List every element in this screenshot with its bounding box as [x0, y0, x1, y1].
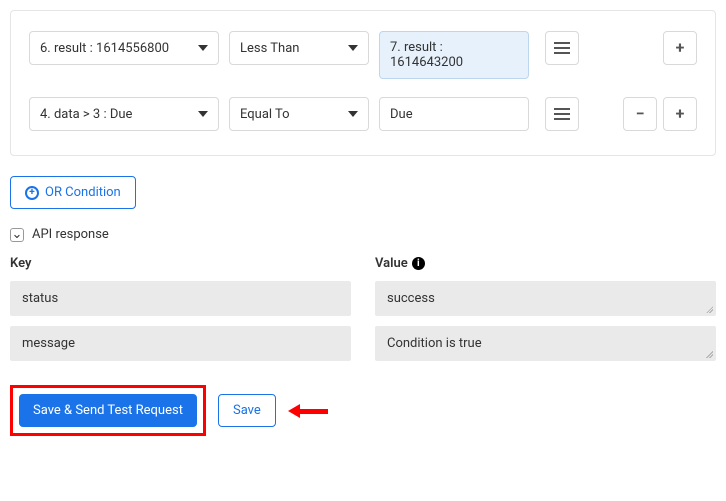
lhs-select[interactable]: 4. data > 3 : Due: [29, 97, 219, 131]
operator-value: Equal To: [240, 107, 290, 122]
chevron-down-icon: [348, 45, 358, 51]
api-response-section: ⌄ API response Key status message Value …: [10, 227, 716, 371]
remove-condition-button[interactable]: −: [623, 97, 657, 131]
conditions-card: 6. result : 1614556800 Less Than 7. resu…: [10, 10, 716, 156]
value-column-label: Value i: [375, 256, 716, 271]
lhs-select[interactable]: 6. result : 1614556800: [29, 31, 219, 65]
key-column-label: Key: [10, 256, 351, 271]
api-response-header: ⌄ API response: [10, 227, 716, 242]
key-value-columns: Key status message Value i success Condi…: [10, 256, 716, 371]
minus-icon: −: [636, 106, 645, 122]
collapse-toggle[interactable]: ⌄: [10, 228, 24, 242]
reorder-handle[interactable]: [545, 97, 579, 131]
highlight-box: Save & Send Test Request: [10, 385, 206, 436]
or-condition-label: OR Condition: [45, 185, 121, 200]
save-send-test-button[interactable]: Save & Send Test Request: [19, 394, 197, 427]
row-actions: +: [663, 31, 697, 65]
key-field[interactable]: message: [10, 326, 351, 361]
operator-select[interactable]: Less Than: [229, 31, 369, 65]
plus-icon: +: [676, 40, 685, 56]
arrow-left-icon: [288, 404, 328, 418]
rhs-token[interactable]: 7. result : 1614643200: [379, 31, 529, 79]
operator-value: Less Than: [240, 41, 299, 56]
add-condition-button[interactable]: +: [663, 97, 697, 131]
row-actions: − +: [623, 97, 697, 131]
plus-icon: +: [676, 106, 685, 122]
key-column: Key status message: [10, 256, 351, 371]
reorder-handle[interactable]: [545, 31, 579, 65]
condition-row: 6. result : 1614556800 Less Than 7. resu…: [29, 31, 697, 79]
info-icon[interactable]: i: [412, 257, 425, 270]
or-condition-button[interactable]: + OR Condition: [10, 176, 136, 209]
condition-row: 4. data > 3 : Due Equal To Due − +: [29, 97, 697, 131]
footer-actions: Save & Send Test Request Save: [10, 385, 716, 436]
value-column: Value i success Condition is true: [375, 256, 716, 371]
value-field[interactable]: success: [375, 281, 716, 316]
chevron-down-icon: [348, 111, 358, 117]
api-response-label: API response: [32, 227, 109, 242]
operator-select[interactable]: Equal To: [229, 97, 369, 131]
plus-circle-icon: +: [25, 186, 39, 200]
hamburger-icon: [554, 108, 570, 120]
add-condition-button[interactable]: +: [663, 31, 697, 65]
hamburger-icon: [554, 42, 570, 54]
value-field[interactable]: Condition is true: [375, 326, 716, 361]
rhs-input[interactable]: Due: [379, 97, 529, 131]
rhs-value: Due: [390, 107, 413, 122]
lhs-value: 4. data > 3 : Due: [40, 107, 132, 122]
save-button[interactable]: Save: [218, 394, 276, 427]
chevron-down-icon: ⌄: [12, 227, 23, 242]
chevron-down-icon: [198, 111, 208, 117]
chevron-down-icon: [198, 45, 208, 51]
key-field[interactable]: status: [10, 281, 351, 316]
rhs-value: 7. result : 1614643200: [390, 40, 518, 70]
lhs-value: 6. result : 1614556800: [40, 41, 169, 56]
